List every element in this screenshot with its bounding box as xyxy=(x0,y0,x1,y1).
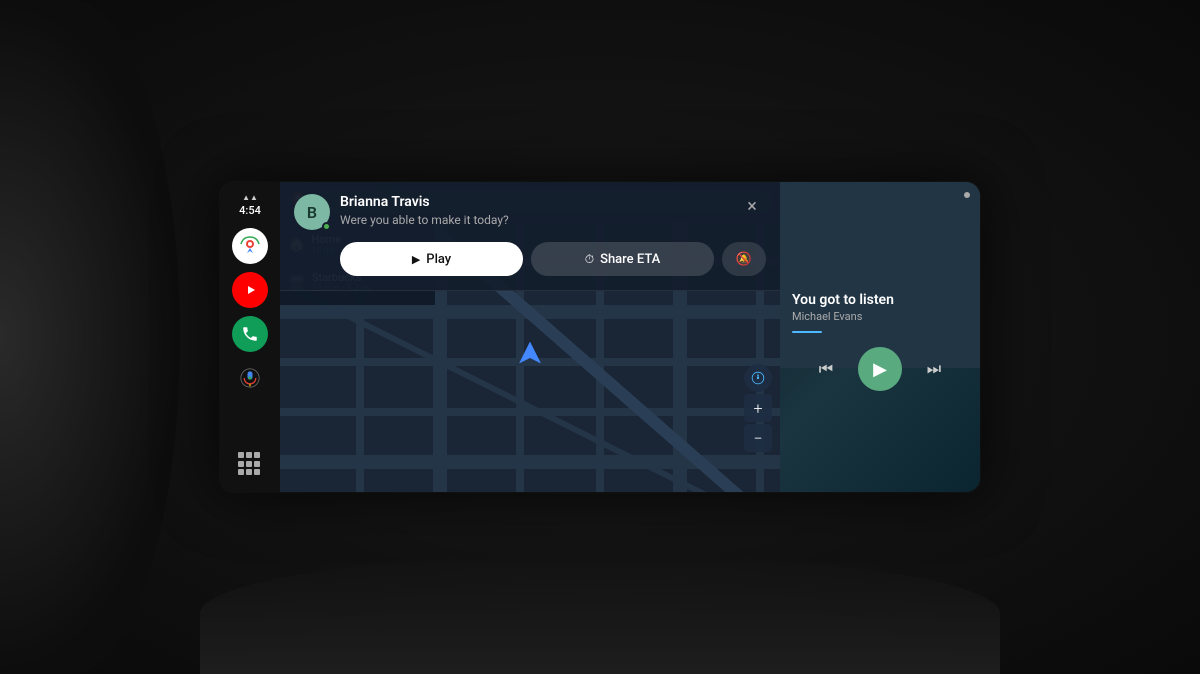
grid-dot xyxy=(238,452,244,458)
maps-icon xyxy=(239,235,261,257)
play-button[interactable]: ▶ Play xyxy=(340,242,523,276)
signal-icon: ▲▲ xyxy=(242,194,258,202)
mute-button[interactable]: 🔕 xyxy=(722,242,766,276)
close-button[interactable]: × xyxy=(738,192,766,220)
grid-dot xyxy=(254,452,260,458)
map-area: 🏠 Home 18 mi 🖥 Starbucks 23 min • 9.4 mi xyxy=(280,182,780,492)
music-controls: ⏮ ▶ ⏭ xyxy=(792,347,968,391)
notification-actions: ▶ Play ⏱ Share ETA 🔕 xyxy=(340,242,766,276)
share-eta-label: Share ETA xyxy=(600,252,660,267)
grid-dot xyxy=(238,461,244,467)
prev-button[interactable]: ⏮ xyxy=(810,353,842,385)
music-title: You got to listen xyxy=(792,292,968,308)
next-icon: ⏭ xyxy=(927,359,941,379)
sidebar-item-phone[interactable] xyxy=(232,316,268,352)
music-background xyxy=(780,182,980,492)
notification-header: B Brianna Travis Were you able to make i… xyxy=(294,194,766,230)
grid-dot xyxy=(254,469,260,475)
eta-icon: ⏱ xyxy=(585,252,594,267)
grid-dot xyxy=(246,452,252,458)
notification-text: Brianna Travis Were you able to make it … xyxy=(340,194,728,227)
music-dot xyxy=(964,192,970,198)
zoom-out-button[interactable]: − xyxy=(744,424,772,452)
status-bar: ▲▲ 4:54 xyxy=(220,190,280,223)
artwork-shape-1 xyxy=(870,182,970,298)
notification-popup: B Brianna Travis Were you able to make i… xyxy=(280,182,780,291)
contact-name: Brianna Travis xyxy=(340,194,728,211)
play-pause-button[interactable]: ▶ xyxy=(858,347,902,391)
avatar-wrapper: B xyxy=(294,194,330,230)
play-label: Play xyxy=(426,252,451,267)
prev-icon: ⏮ xyxy=(819,359,833,379)
online-dot xyxy=(322,222,331,231)
share-eta-button[interactable]: ⏱ Share ETA xyxy=(531,242,714,276)
grid-dot xyxy=(246,469,252,475)
zoom-in-button[interactable]: + xyxy=(744,394,772,422)
music-panel: You got to listen Michael Evans ⏮ ▶ ⏭ xyxy=(780,182,980,492)
time-display: 4:54 xyxy=(239,204,261,217)
next-button[interactable]: ⏭ xyxy=(918,353,950,385)
map-controls: + − xyxy=(744,364,772,452)
mic-icon xyxy=(240,368,260,388)
sidebar: ▲▲ 4:54 xyxy=(220,182,280,492)
phone-icon xyxy=(241,325,259,343)
play-icon: ▶ xyxy=(412,253,420,266)
android-auto-screen: ▲▲ 4:54 xyxy=(220,182,980,492)
sidebar-item-assistant[interactable] xyxy=(232,360,268,396)
sidebar-item-maps[interactable] xyxy=(232,228,268,264)
grid-dot xyxy=(246,461,252,467)
music-artist: Michael Evans xyxy=(792,310,968,323)
mute-icon: 🔕 xyxy=(736,252,752,267)
music-progress-bar xyxy=(792,331,822,333)
grid-dot xyxy=(238,469,244,475)
music-info: You got to listen Michael Evans xyxy=(792,292,968,333)
notification-message: Were you able to make it today? xyxy=(340,213,728,227)
compass-button[interactable] xyxy=(744,364,772,392)
artwork-shape-2 xyxy=(866,185,934,280)
grid-dot xyxy=(254,461,260,467)
youtube-icon xyxy=(240,283,260,297)
play-icon-music: ▶ xyxy=(873,359,887,380)
all-apps-button[interactable] xyxy=(238,452,262,476)
sidebar-item-youtube[interactable] xyxy=(232,272,268,308)
